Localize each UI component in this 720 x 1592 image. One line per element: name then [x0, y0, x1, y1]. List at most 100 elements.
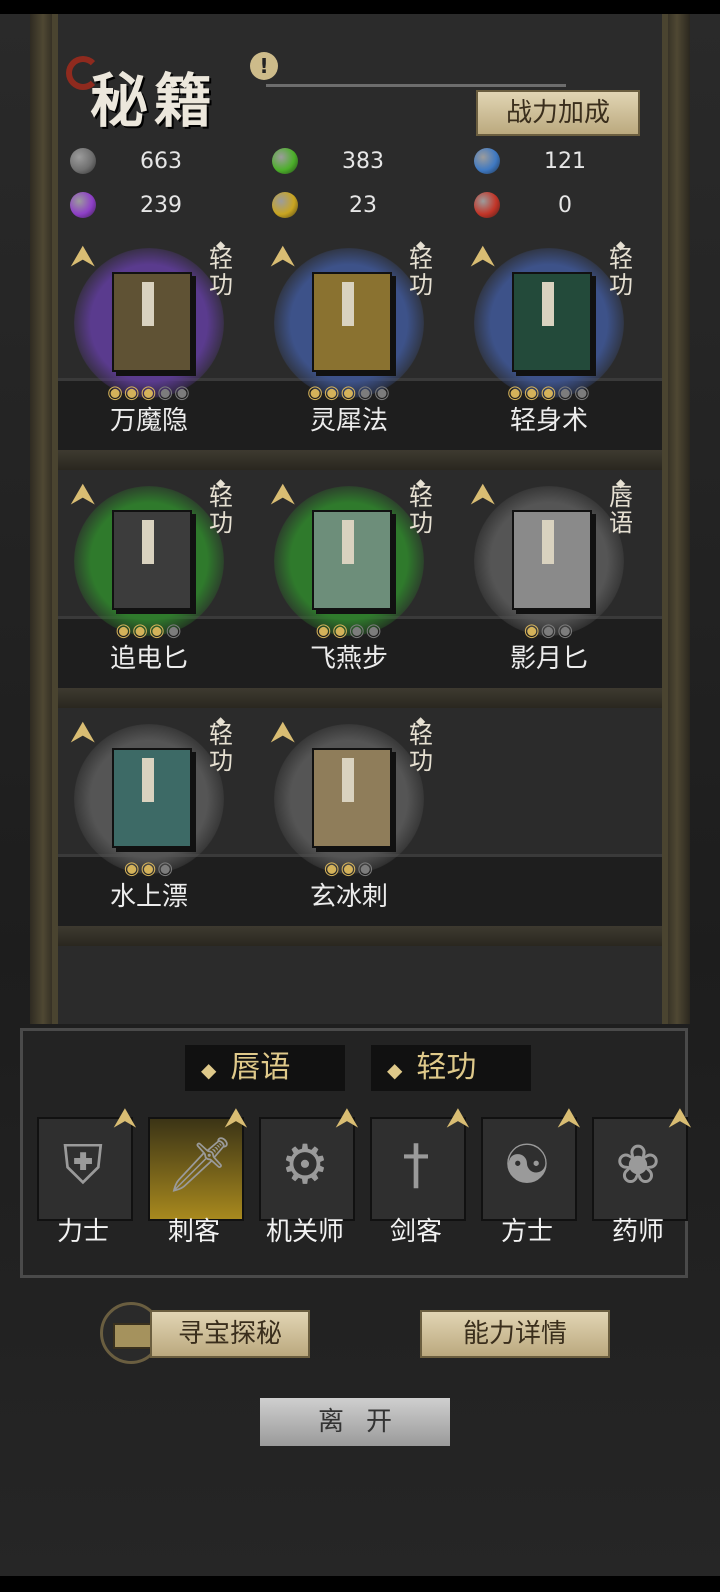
class-name: 剑客: [389, 1217, 442, 1247]
treasure-hunt-button[interactable]: 寻宝探秘: [150, 1310, 310, 1358]
upgrade-arrow-icon: ⮝: [270, 477, 296, 512]
book-cover-icon: [112, 272, 192, 372]
leave-button[interactable]: 离开: [260, 1398, 450, 1446]
book-type: 轻功: [409, 483, 433, 537]
class-tab[interactable]: 🗡 ⮝ 刺客: [144, 1101, 248, 1261]
book-label: [142, 520, 154, 564]
class-tab[interactable]: † ⮝ 剑客: [366, 1101, 470, 1261]
book-label: [142, 758, 154, 802]
book-label: [342, 758, 354, 802]
resource-row-2: 239 23 0: [70, 188, 650, 224]
resource-value: 663: [140, 149, 182, 174]
book-cover-icon: [112, 748, 192, 848]
resource-gold: 23: [272, 188, 462, 224]
class-name: 机关师: [265, 1217, 344, 1247]
book-name: 玄冰刺: [309, 882, 388, 912]
green-gem-icon: [272, 148, 298, 174]
alert-icon[interactable]: !: [250, 52, 278, 80]
power-bonus-button[interactable]: 战力加成: [476, 90, 640, 136]
filter-panel: ◆ 唇语 ◆ 轻功 ⛨ ⮝ 力士 🗡 ⮝ 刺客 ⚙ ⮝ 机关师 † ⮝ 剑客 ☯ ⮝ 方士 ❀ ⮝ 药师: [20, 1028, 692, 1278]
upgrade-arrow-icon: ⮝: [70, 477, 96, 512]
upgrade-arrow-icon: ⮝: [270, 715, 296, 750]
resource-value: 383: [342, 149, 384, 174]
sword-icon: †: [402, 1133, 430, 1196]
class-tab[interactable]: ⛨ ⮝ 力士: [33, 1101, 137, 1261]
class-name: 力士: [56, 1217, 109, 1247]
gear-icon: ⚙: [280, 1133, 330, 1196]
book-cover-icon: [312, 272, 392, 372]
resource-row-1: 663 383 121: [70, 144, 650, 180]
upgrade-arrow-icon: ⮝: [335, 1101, 359, 1134]
book-card[interactable]: ⮝ ◆ 唇语 ◉◉◉ 影月匕: [464, 476, 654, 696]
page-title: 秘籍: [90, 67, 219, 135]
filter-tag-lightness-skill[interactable]: ◆ 轻功: [371, 1045, 531, 1091]
book-type: 轻功: [409, 245, 433, 299]
book-name: 追电匕: [109, 644, 188, 674]
upgrade-arrow-icon: ⮝: [70, 239, 96, 274]
upgrade-arrow-icon: ⮝: [70, 715, 96, 750]
dagger-icon: 🗡: [166, 1133, 235, 1196]
resource-green: 383: [272, 144, 462, 180]
book-name: 水上漂: [109, 882, 188, 912]
book-cover-icon: [312, 510, 392, 610]
resource-value: 239: [140, 193, 182, 218]
book-type: 轻功: [209, 721, 233, 775]
upgrade-arrow-icon: ⮝: [270, 239, 296, 274]
resource-purple: 239: [70, 188, 260, 224]
book-name: 飞燕步: [309, 644, 388, 674]
ability-details-button[interactable]: 能力详情: [420, 1310, 610, 1358]
gourd-icon: ❀: [615, 1133, 661, 1196]
diamond-icon: ◆: [387, 1058, 403, 1082]
purple-gem-icon: [70, 192, 96, 218]
book-label: [342, 520, 354, 564]
book-type: 轻功: [409, 721, 433, 775]
book-card[interactable]: ⮝ ◆ 轻功 ◉◉◉◉◉ 万魔隐: [64, 238, 254, 458]
book-type: 轻功: [609, 245, 633, 299]
navigation-bar: [0, 1576, 720, 1592]
book-card[interactable]: ⮝ ◆ 轻功 ◉◉◉◉ 追电匕: [64, 476, 254, 696]
filter-label: 轻功: [416, 1050, 477, 1085]
book-card[interactable]: ⮝ ◆ 轻功 ◉◉◉ 玄冰刺: [264, 714, 454, 934]
book-card[interactable]: ⮝ ◆ 轻功 ◉◉◉◉◉ 轻身术: [464, 238, 654, 458]
class-tab[interactable]: ❀ ⮝ 药师: [588, 1101, 692, 1261]
book-label: [542, 282, 554, 326]
red-gem-icon: [474, 192, 500, 218]
gold-gem-icon: [272, 192, 298, 218]
book-label: [142, 282, 154, 326]
book-type: 轻功: [209, 483, 233, 537]
blue-gem-icon: [474, 148, 500, 174]
gray-gem-icon: [70, 148, 96, 174]
class-tab[interactable]: ⚙ ⮝ 机关师: [255, 1101, 359, 1261]
book-cover-icon: [112, 510, 192, 610]
filter-label: 唇语: [230, 1050, 291, 1085]
shield-icon: ⛨: [62, 1133, 104, 1196]
filter-tag-lip-reading[interactable]: ◆ 唇语: [185, 1045, 345, 1091]
resource-value: 0: [558, 193, 572, 218]
class-name: 方士: [500, 1217, 553, 1247]
chest-shape: [113, 1323, 153, 1349]
book-type: 轻功: [209, 245, 233, 299]
book-name: 影月匕: [509, 644, 588, 674]
book-label: [342, 282, 354, 326]
upgrade-arrow-icon: ⮝: [224, 1101, 248, 1134]
book-name: 灵犀法: [309, 406, 388, 436]
class-name: 药师: [611, 1217, 664, 1247]
book-card[interactable]: ⮝ ◆ 轻功 ◉◉◉◉ 飞燕步: [264, 476, 454, 696]
status-bar: [0, 0, 720, 14]
resource-value: 23: [349, 193, 377, 218]
book-name: 万魔隐: [109, 406, 188, 436]
game-screen: 秘籍 ! 战力加成 663 383 121 239 23 0 ⮝ ◆ 轻功 ◉◉…: [0, 0, 720, 1592]
book-cover-icon: [512, 510, 592, 610]
upgrade-arrow-icon: ⮝: [446, 1101, 470, 1134]
resource-red: 0: [474, 188, 664, 224]
book-card[interactable]: ⮝ ◆ 轻功 ◉◉◉ 水上漂: [64, 714, 254, 934]
upgrade-arrow-icon: ⮝: [470, 477, 496, 512]
title-divider: [266, 84, 566, 87]
upgrade-arrow-icon: ⮝: [668, 1101, 692, 1134]
book-label: [542, 520, 554, 564]
resource-gray: 663: [70, 144, 260, 180]
book-card[interactable]: ⮝ ◆ 轻功 ◉◉◉◉◉ 灵犀法: [264, 238, 454, 458]
upgrade-arrow-icon: ⮝: [470, 239, 496, 274]
class-name: 刺客: [167, 1217, 220, 1247]
class-tab[interactable]: ☯ ⮝ 方士: [477, 1101, 581, 1261]
